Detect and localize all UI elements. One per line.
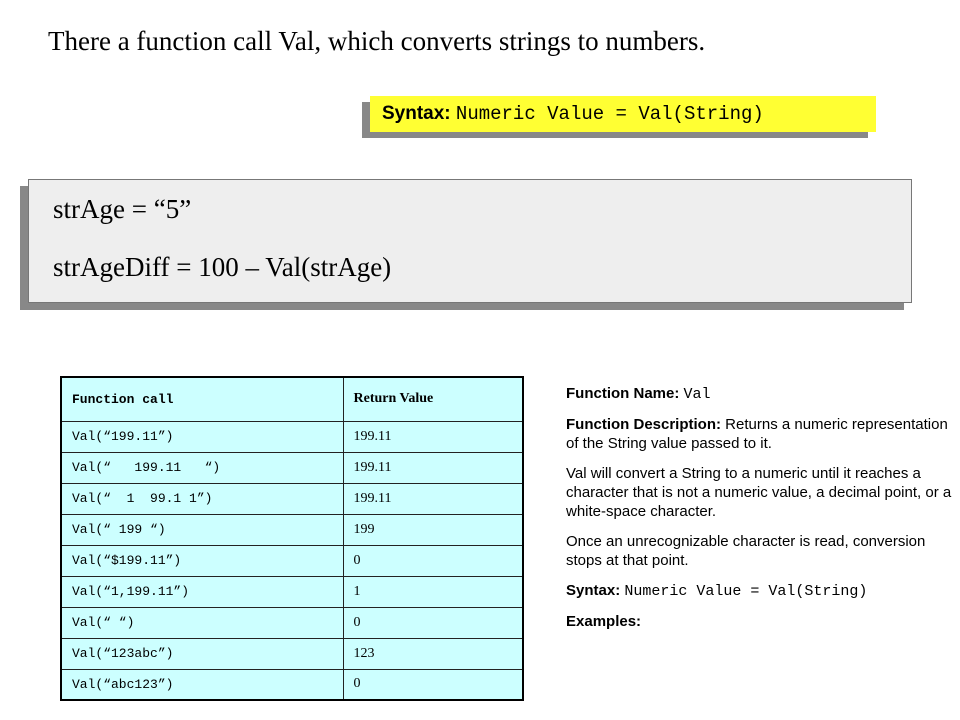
syntax-code: Numeric Value = Val(String) — [455, 103, 764, 125]
table-row: Val(“abc123”) 0 — [60, 668, 524, 701]
return-value-cell: 199.11 — [342, 451, 524, 484]
function-call-cell: Val(“ 199.11 “) — [60, 451, 344, 484]
function-call-cell: Val(“ 1 99.1 1”) — [60, 482, 344, 515]
table-header-row: Function call Return Value — [60, 376, 524, 422]
function-call-cell: Val(“abc123”) — [60, 668, 344, 701]
table-row: Val(“ 199.11 “) 199.11 — [60, 451, 524, 484]
syntax-callout: Syntax: Numeric Value = Val(String) — [370, 96, 876, 132]
table-row: Val(“1,199.11”) 1 — [60, 575, 524, 608]
description-paragraph-1: Val will convert a String to a numeric u… — [566, 465, 952, 520]
syntax-line: Syntax: Numeric Value = Val(String) — [566, 581, 956, 601]
function-call-cell: Val(“1,199.11”) — [60, 575, 344, 608]
code-line-2: strAgeDiff = 100 – Val(strAge) — [53, 252, 392, 282]
function-call-cell: Val(“199.11”) — [60, 420, 344, 453]
function-call-cell: Val(“ 199 “) — [60, 513, 344, 546]
code-example-box: strAge = “5” strAgeDiff = 100 – Val(strA… — [28, 179, 912, 303]
return-value-cell: 0 — [342, 668, 524, 701]
function-call-cell: Val(“ “) — [60, 606, 344, 639]
function-name-label: Function Name: — [566, 385, 680, 402]
return-value-cell: 123 — [342, 637, 524, 670]
table-row: Val(“199.11”) 199.11 — [60, 420, 524, 453]
function-description-panel: Function Name: Val Function Description:… — [566, 384, 956, 642]
header-function-call: Function call — [60, 376, 344, 422]
return-value-cell: 1 — [342, 575, 524, 608]
function-description-label: Function Description: — [566, 416, 721, 433]
return-value-cell: 199.11 — [342, 420, 524, 453]
function-call-cell: Val(“123abc”) — [60, 637, 344, 670]
return-value-cell: 199.11 — [342, 482, 524, 515]
examples-label: Examples: — [566, 613, 642, 630]
function-description-line: Function Description: Returns a numeric … — [566, 415, 956, 453]
syntax-line-code: Numeric Value = Val(String) — [624, 583, 868, 600]
table-row: Val(“ “) 0 — [60, 606, 524, 639]
slide-title: There a function call Val, which convert… — [48, 26, 706, 56]
return-value-cell: 0 — [342, 606, 524, 639]
return-value-cell: 0 — [342, 544, 524, 577]
table-row: Val(“123abc”) 123 — [60, 637, 524, 670]
function-name-value: Val — [683, 386, 711, 403]
table-row: Val(“$199.11”) 0 — [60, 544, 524, 577]
syntax-label: Syntax: — [382, 103, 451, 124]
description-paragraph-2: Once an unrecognizable character is read… — [566, 533, 926, 569]
header-return-value: Return Value — [342, 376, 524, 422]
function-call-cell: Val(“$199.11”) — [60, 544, 344, 577]
table-row: Val(“ 1 99.1 1”) 199.11 — [60, 482, 524, 515]
return-value-cell: 199 — [342, 513, 524, 546]
function-name-line: Function Name: Val — [566, 384, 956, 404]
val-examples-table: Function call Return Value Val(“199.11”)… — [60, 376, 524, 701]
syntax-line-label: Syntax: — [566, 582, 621, 599]
code-line-1: strAge = “5” — [53, 194, 192, 224]
examples-line: Examples: — [566, 612, 956, 631]
table-row: Val(“ 199 “) 199 — [60, 513, 524, 546]
